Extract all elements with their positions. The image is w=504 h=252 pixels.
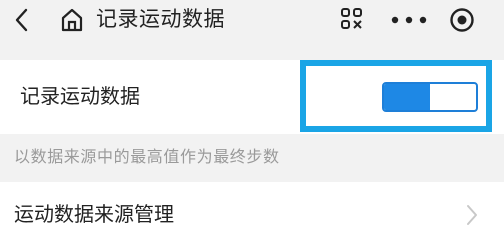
home-button[interactable] bbox=[54, 2, 90, 38]
more-icon bbox=[391, 16, 427, 24]
back-button[interactable] bbox=[4, 2, 40, 38]
chevron-right-icon bbox=[467, 205, 477, 225]
scan-button[interactable] bbox=[337, 4, 367, 34]
more-options-button[interactable] bbox=[384, 2, 434, 38]
close-miniprogram-button[interactable] bbox=[444, 2, 480, 38]
manage-data-source-label: 运动数据来源管理 bbox=[14, 202, 174, 226]
back-icon bbox=[15, 8, 28, 32]
top-navigation-bar: 记录运动数据 bbox=[0, 0, 504, 40]
record-sport-data-label: 记录运动数据 bbox=[20, 84, 140, 108]
page-title: 记录运动数据 bbox=[96, 7, 225, 31]
hint-text: 以数据来源中的最高值作为最终步数 bbox=[14, 147, 280, 166]
home-icon bbox=[61, 8, 83, 32]
highlight-box bbox=[300, 60, 492, 132]
scan-icon bbox=[341, 8, 362, 29]
manage-data-source-row[interactable]: 运动数据来源管理 bbox=[0, 182, 504, 252]
target-icon bbox=[450, 8, 474, 32]
